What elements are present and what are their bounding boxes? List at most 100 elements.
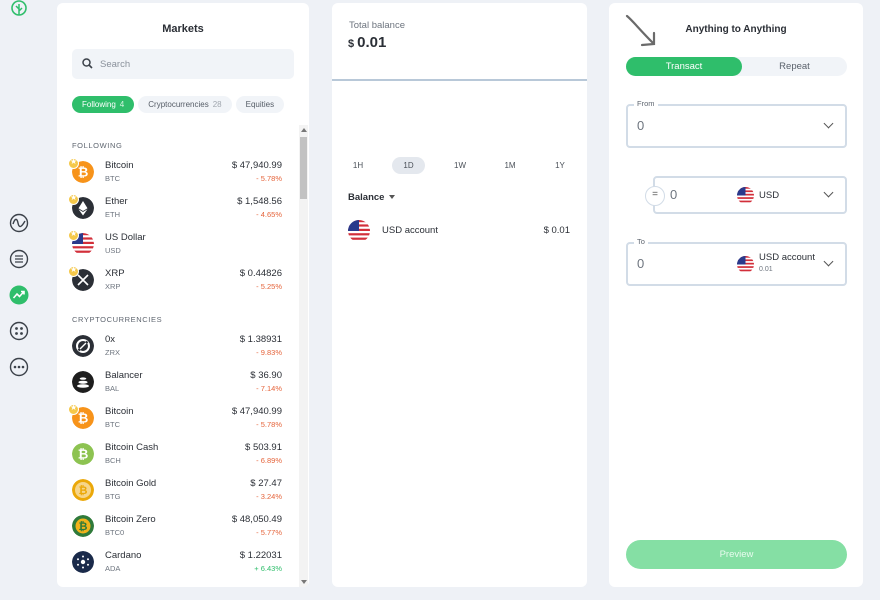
asset-price: $ 503.91 xyxy=(245,442,282,453)
asset-symbol: BTC xyxy=(105,420,120,429)
to-account-balance: 0.01 xyxy=(759,266,773,273)
chip-cryptocurrencies[interactable]: Cryptocurrencies 28 xyxy=(138,96,232,113)
asset-name: Bitcoin xyxy=(105,160,134,171)
asset-change: - 9.83% xyxy=(256,348,282,357)
asset-change: + 6.43% xyxy=(254,564,282,573)
favorite-star-icon[interactable] xyxy=(68,265,79,277)
range-1m[interactable]: 1M xyxy=(500,157,520,174)
to-value: 0 xyxy=(637,256,645,271)
section-following: FOLLOWING xyxy=(72,141,123,150)
favorite-star-icon[interactable] xyxy=(68,193,79,205)
account-amount: $ 0.01 xyxy=(543,225,570,236)
list-item[interactable]: 0x ZRX $ 1.38931 - 9.83% xyxy=(57,329,297,363)
mode-toggle: Transact Repeat xyxy=(626,57,847,76)
asset-symbol: ETH xyxy=(105,210,120,219)
bitcoin-cash-icon: ₿ xyxy=(72,443,94,465)
balance-dropdown[interactable]: Balance xyxy=(348,192,396,203)
chip-label: Cryptocurrencies xyxy=(148,100,209,109)
asset-change: - 5.78% xyxy=(256,420,282,429)
chip-equities[interactable]: Equities xyxy=(235,96,285,113)
asset-price: $ 47,940.99 xyxy=(231,406,282,417)
asset-symbol: BTG xyxy=(105,492,121,501)
markets-panel: Markets Following4Cryptocurrencies28Equi… xyxy=(57,3,309,587)
asset-change: - 5.25% xyxy=(256,282,282,291)
us-flag-icon xyxy=(348,220,370,242)
range-1y[interactable]: 1Y xyxy=(550,157,570,174)
asset-symbol: ZRX xyxy=(105,348,120,357)
favorite-star-icon[interactable] xyxy=(68,157,79,169)
asset-name: Bitcoin xyxy=(105,406,134,417)
list-item[interactable]: Ether ETH $ 1,548.56 - 4.65% xyxy=(57,191,297,225)
list-item[interactable]: XRP XRP $ 0.44826 - 5.25% xyxy=(57,263,297,297)
amount-value[interactable]: 0 xyxy=(670,187,677,202)
usd-account-row[interactable]: USD account $ 0.01 xyxy=(332,217,587,243)
chip-count: 28 xyxy=(212,100,222,109)
balance-panel: Total balance $0.01 1H 1D 1W 1M 1Y Balan… xyxy=(332,3,587,587)
search-box[interactable] xyxy=(72,49,294,79)
asset-symbol: BAL xyxy=(105,384,120,393)
tab-repeat[interactable]: Repeat xyxy=(742,57,847,76)
list-item[interactable]: US Dollar USD xyxy=(57,227,297,261)
svg-text:₿: ₿ xyxy=(78,412,89,427)
asset-price: $ 36.90 xyxy=(250,370,282,381)
search-input[interactable] xyxy=(100,55,280,73)
activity-icon[interactable] xyxy=(9,213,29,233)
favorite-star-icon[interactable] xyxy=(68,229,79,241)
range-1d[interactable]: 1D xyxy=(392,157,425,174)
list-icon[interactable] xyxy=(9,249,29,269)
asset-name: Balancer xyxy=(105,370,143,381)
list-item[interactable]: Cardano ADA $ 1.22031 + 6.43% xyxy=(57,545,297,579)
asset-name: Bitcoin Zero xyxy=(105,514,156,525)
scroll-down-icon[interactable] xyxy=(301,580,307,584)
to-select[interactable]: To 0 USD account 0.01 xyxy=(626,237,847,286)
svg-text:₿: ₿ xyxy=(79,484,88,497)
bitcoin-gold-icon: ₿ xyxy=(72,479,94,501)
from-select[interactable]: From 0 xyxy=(626,99,847,148)
preview-button[interactable]: Preview xyxy=(626,540,847,569)
chevron-down-icon xyxy=(823,118,834,129)
asset-price: $ 47,940.99 xyxy=(231,160,282,171)
balance-amount: 0.01 xyxy=(357,34,387,51)
tab-transact[interactable]: Transact xyxy=(626,57,742,76)
asset-name: US Dollar xyxy=(105,232,146,243)
list-item[interactable]: ₿ Bitcoin Cash BCH $ 503.91 - 6.89% xyxy=(57,437,297,471)
range-1h[interactable]: 1H xyxy=(348,157,368,174)
range-1w[interactable]: 1W xyxy=(450,157,470,174)
chip-label: Equities xyxy=(245,100,275,109)
total-balance-value: $0.01 xyxy=(348,34,386,51)
scrollbar-thumb[interactable] xyxy=(300,137,307,199)
grid-icon[interactable] xyxy=(9,321,29,341)
chip-label: Following xyxy=(82,100,116,109)
list-item[interactable]: ₿ Bitcoin Zero BTC0 $ 48,050.49 - 5.77% xyxy=(57,509,297,543)
more-icon[interactable] xyxy=(9,357,29,377)
chevron-down-icon xyxy=(823,256,834,267)
chip-following[interactable]: Following 4 xyxy=(72,96,135,113)
list-item[interactable]: ₿ Bitcoin BTC $ 47,940.99 - 5.78% xyxy=(57,155,297,189)
balancer-icon xyxy=(72,371,94,393)
scroll-up-icon[interactable] xyxy=(301,128,307,132)
asset-symbol: BTC0 xyxy=(105,528,125,537)
balance-section-label: Balance xyxy=(348,192,385,203)
from-value: 0 xyxy=(637,118,645,133)
caret-down-icon xyxy=(389,195,396,200)
amount-field[interactable]: 0 USD xyxy=(653,176,847,214)
us-flag-icon xyxy=(737,187,754,204)
leaf-logo-icon[interactable] xyxy=(9,0,29,20)
svg-text:₿: ₿ xyxy=(78,448,89,463)
list-item[interactable]: ₿ Bitcoin Gold BTG $ 27.47 - 3.24% xyxy=(57,473,297,507)
equals-swap-icon[interactable]: = xyxy=(645,186,665,206)
list-item[interactable]: Balancer BAL $ 36.90 - 7.14% xyxy=(57,365,297,399)
asset-price: $ 1.38931 xyxy=(239,334,282,345)
markets-icon[interactable] xyxy=(9,285,29,305)
time-range-selector: 1H 1D 1W 1M 1Y xyxy=(332,157,587,175)
asset-name: Bitcoin Gold xyxy=(105,478,157,489)
to-account-name: USD account xyxy=(759,252,815,263)
asset-symbol: BCH xyxy=(105,456,121,465)
zrx-icon xyxy=(72,335,94,357)
favorite-star-icon[interactable] xyxy=(68,403,79,415)
asset-symbol: ADA xyxy=(105,564,121,573)
list-item[interactable]: ₿ Bitcoin BTC $ 47,940.99 - 5.78% xyxy=(57,401,297,435)
asset-price: $ 1.22031 xyxy=(239,550,282,561)
list-scrollbar[interactable] xyxy=(299,125,308,587)
asset-price: $ 1,548.56 xyxy=(237,196,282,207)
